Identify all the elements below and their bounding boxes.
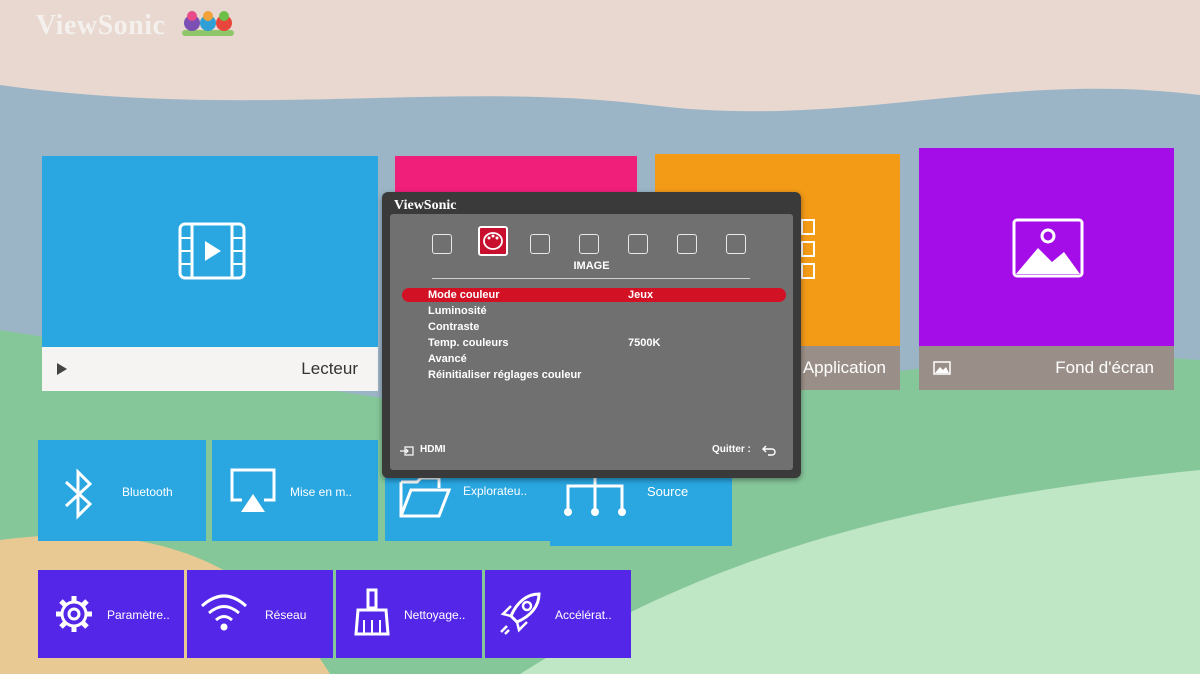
tile-fond-ecran-footer: Fond d'écran <box>919 346 1174 390</box>
display-icon[interactable] <box>432 234 452 254</box>
tile-parametres-label: Paramètre.. <box>107 608 170 622</box>
tile-parametres[interactable]: Paramètre.. <box>38 570 184 658</box>
wifi-icon <box>200 594 248 631</box>
tile-reseau[interactable]: Réseau <box>187 570 333 658</box>
tile-source-label: Source <box>647 484 689 499</box>
osd-item-mode-couleur-value: Jeux <box>628 289 654 301</box>
tile-pink[interactable] <box>395 156 637 196</box>
osd-item-reinitialiser[interactable]: Réinitialiser réglages couleur <box>428 369 581 381</box>
bluetooth-icon <box>64 468 93 520</box>
wrench-icon[interactable] <box>677 234 697 254</box>
folder-icon <box>399 476 451 518</box>
source-tree-icon <box>564 478 626 516</box>
birds-logo-icon <box>182 11 234 36</box>
gear-icon <box>56 596 92 632</box>
gear-icon[interactable] <box>628 234 648 254</box>
osd-item-contraste[interactable]: Contraste <box>428 321 479 333</box>
osd-footer-source: HDMI <box>420 444 446 455</box>
screen-cast-icon <box>230 468 276 512</box>
osd-divider <box>432 278 750 279</box>
osd-panel: IMAGE Mode couleur Jeux Luminosité Contr… <box>390 214 793 470</box>
tile-explorateur-label: Explorateu.. <box>463 484 528 498</box>
osd-item-mode-couleur[interactable]: Mode couleur <box>428 289 500 301</box>
play-icon <box>57 363 67 375</box>
tile-nettoyage-label: Nettoyage.. <box>404 608 466 622</box>
osd-item-avance[interactable]: Avancé <box>428 353 467 365</box>
tile-mise-en[interactable]: Mise en m.. <box>212 440 378 541</box>
rocket-icon <box>500 592 541 635</box>
broom-icon <box>354 588 390 636</box>
tile-acceleration[interactable]: Accélérat.. <box>485 570 631 658</box>
tile-lecteur[interactable]: Lecteur <box>42 156 378 391</box>
film-play-icon <box>178 222 246 280</box>
grid-icon <box>801 219 815 279</box>
tile-nettoyage[interactable]: Nettoyage.. <box>336 570 482 658</box>
info-icon[interactable] <box>726 234 746 254</box>
tile-application-label: Application <box>802 358 886 377</box>
small-picture-icon <box>933 361 951 375</box>
tile-fond-ecran-label: Fond d'écran <box>1055 358 1154 377</box>
tile-lecteur-footer: Lecteur <box>42 347 378 391</box>
tile-fond-ecran[interactable]: Fond d'écran <box>919 148 1174 390</box>
osd-item-luminosite[interactable]: Luminosité <box>428 305 487 317</box>
tile-mise-en-label: Mise en m.. <box>290 485 353 499</box>
osd-menu: ViewSonic IMAGE Mode couleur Jeux Lumino… <box>382 192 801 478</box>
osd-brand-logo: ViewSonic <box>394 198 457 213</box>
palette-icon[interactable] <box>478 226 508 256</box>
tile-lecteur-label: Lecteur <box>301 359 358 378</box>
settings-icon[interactable] <box>579 234 599 254</box>
osd-section-title: IMAGE <box>573 260 610 272</box>
tile-bluetooth[interactable]: Bluetooth <box>38 440 206 541</box>
input-source-icon <box>400 446 414 456</box>
return-icon[interactable] <box>762 444 776 456</box>
osd-footer-quit: Quitter : <box>712 444 751 455</box>
brand-logo: ViewSonic <box>36 10 166 41</box>
tile-bluetooth-label: Bluetooth <box>122 485 173 499</box>
tile-reseau-label: Réseau <box>265 608 307 622</box>
tile-acceleration-label: Accélérat.. <box>555 608 612 622</box>
picture-icon <box>1012 218 1084 278</box>
osd-item-temp-couleurs-value: 7500K <box>628 337 661 349</box>
remote-icon[interactable] <box>530 234 550 254</box>
osd-item-temp-couleurs[interactable]: Temp. couleurs <box>428 337 508 349</box>
